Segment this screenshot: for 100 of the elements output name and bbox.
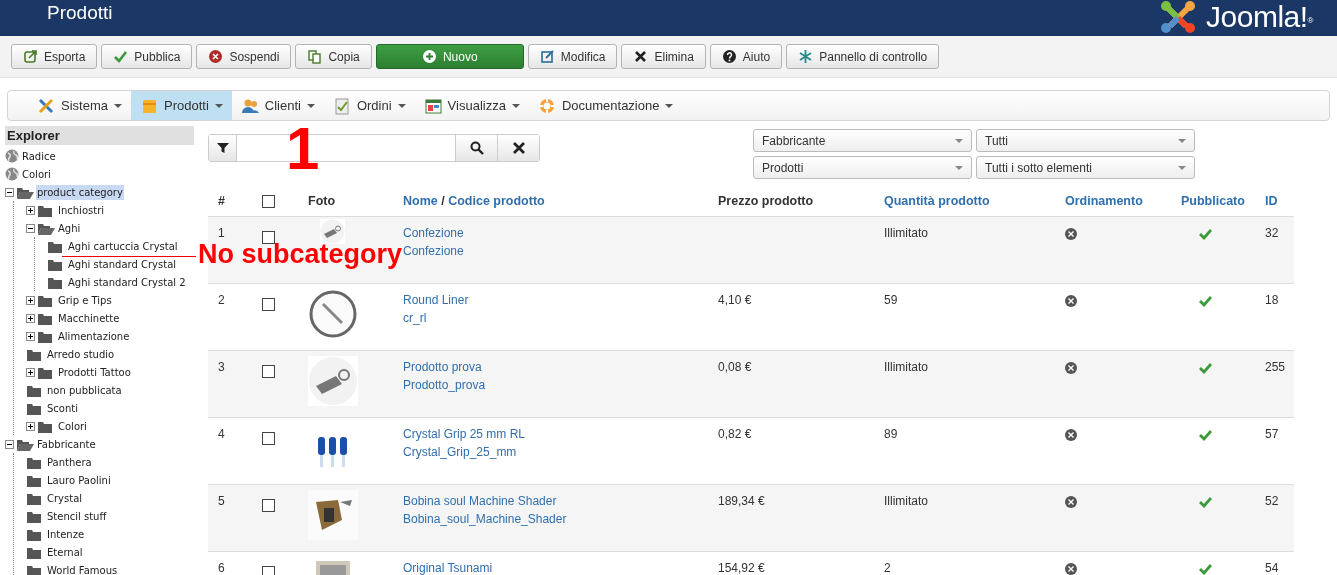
sort-link[interactable]: Pubblicato: [1181, 192, 1245, 211]
tree-item[interactable]: Colori: [57, 418, 88, 434]
filter-select[interactable]: Fabbricante: [753, 129, 972, 152]
row-checkbox[interactable]: [262, 432, 275, 445]
menu-item[interactable]: Ordini: [323, 91, 415, 120]
product-link[interactable]: Crystal Grip 25 mm RL: [403, 425, 526, 443]
product-code-link[interactable]: Confezione: [403, 242, 464, 260]
product-code-link[interactable]: Crystal_Grip_25_mm: [403, 443, 517, 461]
tree-item[interactable]: Radice: [21, 148, 57, 164]
tree-item[interactable]: Aghi: [57, 220, 82, 236]
expand-icon[interactable]: [26, 367, 35, 377]
tree-item[interactable]: Grip e Tips: [57, 292, 113, 308]
product-link[interactable]: Confezione: [403, 224, 464, 242]
id-text: 54: [1265, 561, 1279, 575]
product-link[interactable]: Original Tsunami: [403, 559, 493, 575]
remove-circle-icon[interactable]: [1065, 495, 1077, 508]
product-code-link[interactable]: cr_rl: [403, 309, 427, 327]
published-check-icon[interactable]: [1199, 428, 1212, 441]
menu-item[interactable]: Sistema: [28, 91, 131, 120]
tree-item[interactable]: Prodotti Tattoo: [57, 364, 132, 380]
product-link[interactable]: Prodotto prova: [403, 358, 482, 376]
tree-item[interactable]: Panthera: [46, 454, 93, 470]
toolbar-button[interactable]: Elimina: [621, 44, 706, 69]
sort-link[interactable]: Nome: [403, 192, 438, 211]
search-button[interactable]: [455, 135, 497, 161]
expand-icon[interactable]: [26, 421, 35, 431]
expand-icon[interactable]: [26, 295, 35, 305]
tree-item[interactable]: product category: [36, 184, 124, 200]
tree-item[interactable]: Alimentazione: [57, 328, 131, 344]
price-text: 4,10 €: [718, 293, 752, 307]
expand-icon[interactable]: [26, 331, 35, 341]
checkbox[interactable]: [262, 195, 275, 208]
quantity-text: 89: [884, 427, 898, 441]
product-code-link[interactable]: Prodotto_prova: [403, 376, 486, 394]
product-code-link[interactable]: Bobina_soul_Machine_Shader: [403, 510, 567, 528]
tree-item[interactable]: World Famous: [46, 562, 119, 575]
sort-link[interactable]: Quantità prodotto: [884, 192, 990, 211]
toolbar-button[interactable]: Esporta: [11, 44, 98, 69]
asterisk-icon: [798, 49, 814, 64]
column-header: #: [218, 193, 225, 211]
clear-button[interactable]: [497, 135, 539, 161]
remove-circle-icon[interactable]: [1065, 562, 1077, 575]
published-check-icon[interactable]: [1199, 495, 1212, 508]
collapse-icon[interactable]: [5, 187, 14, 197]
check-icon: [113, 49, 129, 64]
menu-item[interactable]: Documentazione: [528, 91, 683, 120]
panel-title: Explorer: [5, 126, 194, 145]
menu-item[interactable]: Prodotti: [130, 91, 232, 120]
remove-circle-icon[interactable]: [1065, 428, 1077, 441]
tree-item[interactable]: Eternal: [46, 544, 84, 560]
menu-item[interactable]: Clienti: [231, 91, 324, 120]
published-check-icon[interactable]: [1199, 361, 1212, 374]
globe-icon: [5, 149, 19, 163]
sort-link[interactable]: Ordinamento: [1065, 192, 1143, 211]
toolbar-button[interactable]: Sospendi: [196, 44, 292, 69]
tree-item[interactable]: Intenze: [46, 526, 86, 542]
row-checkbox[interactable]: [262, 365, 275, 378]
filter-select[interactable]: Tutti: [976, 129, 1195, 152]
sort-link[interactable]: ID: [1265, 192, 1278, 211]
tree-item[interactable]: Fabbricante: [36, 436, 97, 452]
tree-item[interactable]: Stencil stuff: [46, 508, 108, 524]
toolbar-button[interactable]: Pannello di controllo: [786, 44, 940, 69]
expand-icon[interactable]: [26, 313, 35, 323]
published-check-icon[interactable]: [1199, 562, 1212, 575]
new-button[interactable]: Nuovo: [375, 44, 524, 69]
remove-circle-icon[interactable]: [1065, 361, 1077, 374]
filter-select[interactable]: Prodotti: [753, 156, 972, 179]
tree-item[interactable]: Macchinette: [57, 310, 121, 326]
toolbar-button[interactable]: Pubblica: [101, 44, 193, 69]
tree-item[interactable]: Inchiostri: [57, 202, 106, 218]
tree-item[interactable]: Crystal: [46, 490, 84, 506]
tree-item[interactable]: Arredo studio: [46, 346, 116, 362]
toolbar-button[interactable]: Modifica: [527, 44, 618, 69]
tree-item[interactable]: Colori: [21, 166, 52, 182]
toolbar-button[interactable]: Copia: [295, 44, 372, 69]
filter-select[interactable]: Tutti i sotto elementi: [976, 156, 1195, 179]
tree-item[interactable]: Aghi cartuccia Crystal: [67, 238, 179, 254]
tree-item[interactable]: Aghi standard Crystal: [67, 256, 178, 272]
product-link[interactable]: Bobina soul Machine Shader: [403, 492, 557, 510]
collapse-icon[interactable]: [26, 223, 35, 233]
published-check-icon[interactable]: [1199, 227, 1212, 240]
remove-circle-icon[interactable]: [1065, 227, 1077, 240]
row-checkbox[interactable]: [262, 499, 275, 512]
menu-item[interactable]: Visualizza: [414, 91, 529, 120]
row-checkbox[interactable]: [262, 298, 275, 311]
toolbar-button[interactable]: Aiuto: [709, 44, 783, 69]
product-link[interactable]: Round Liner: [403, 291, 469, 309]
sort-link[interactable]: Codice prodotto: [448, 192, 545, 211]
row-checkbox[interactable]: [262, 231, 275, 244]
tree-item[interactable]: non pubblicata: [46, 382, 123, 398]
published-check-icon[interactable]: [1199, 294, 1212, 307]
tree-item[interactable]: Sconti: [46, 400, 79, 416]
row-number: 1: [218, 226, 225, 240]
expand-icon[interactable]: [26, 205, 35, 215]
tree-item[interactable]: Aghi standard Crystal 2: [67, 274, 187, 290]
remove-circle-icon[interactable]: [1065, 294, 1077, 307]
document-icon: [332, 96, 351, 115]
tree-item[interactable]: Lauro Paolini: [46, 472, 112, 488]
collapse-icon[interactable]: [5, 439, 14, 449]
plus-circle-icon: [421, 49, 437, 64]
